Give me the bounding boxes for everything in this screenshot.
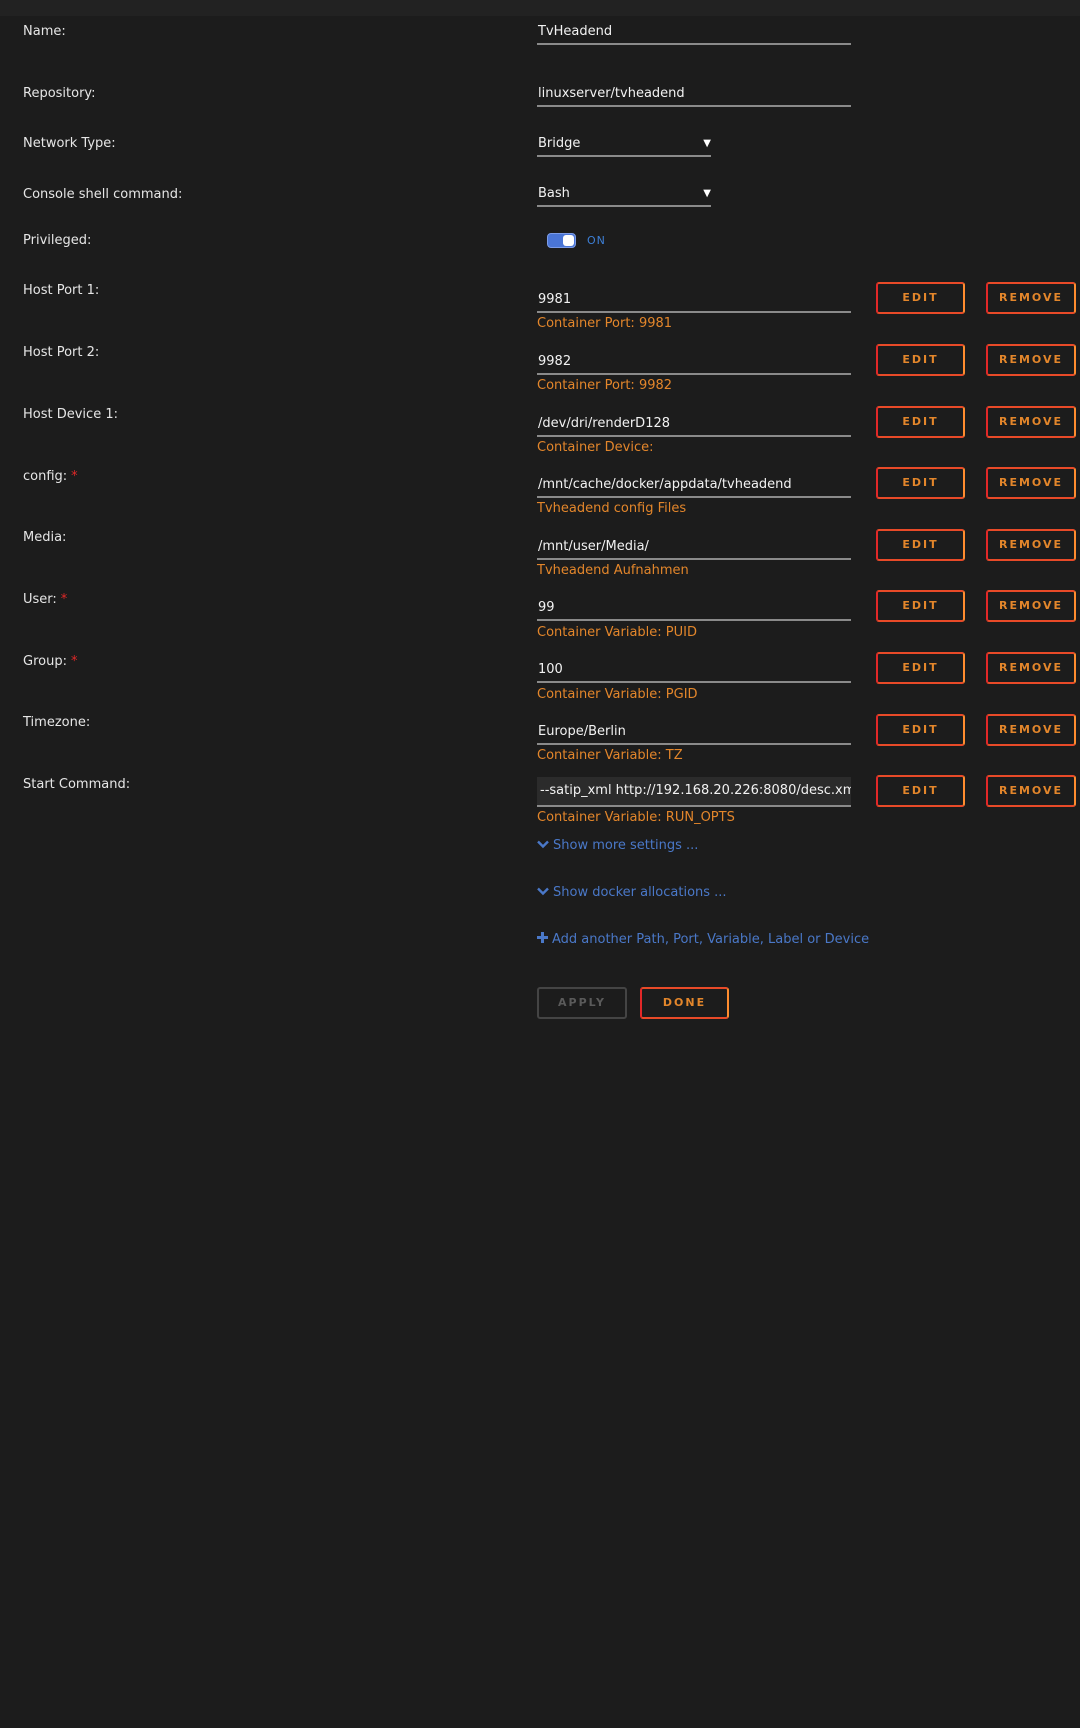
user-hint: Container Variable: PUID — [537, 625, 698, 640]
host-port-2-label: Host Port 2: — [23, 345, 100, 360]
remove-button[interactable]: REMOVE — [986, 714, 1076, 746]
name-label: Name: — [23, 24, 66, 39]
console-value: Bash — [538, 186, 570, 201]
remove-button[interactable]: REMOVE — [986, 652, 1076, 684]
host-port-1-hint: Container Port: 9981 — [537, 316, 673, 331]
privileged-toggle[interactable] — [547, 233, 576, 248]
edit-button[interactable]: EDIT — [876, 406, 965, 438]
remove-button[interactable]: REMOVE — [986, 775, 1076, 807]
show-more-settings-text: Show more settings ... — [553, 838, 699, 853]
host-port-1-label: Host Port 1: — [23, 283, 100, 298]
top-bar — [0, 0, 1080, 16]
remove-button[interactable]: REMOVE — [986, 467, 1076, 499]
host-port-1-input[interactable]: 9981 — [537, 291, 851, 313]
edit-button[interactable]: EDIT — [876, 590, 965, 622]
remove-button[interactable]: REMOVE — [986, 590, 1076, 622]
group-label-text: Group: — [23, 654, 67, 669]
network-type-select[interactable]: Bridge ▼ — [537, 135, 711, 157]
repository-label: Repository: — [23, 86, 96, 101]
remove-button[interactable]: REMOVE — [986, 406, 1076, 438]
done-button[interactable]: DONE — [640, 987, 729, 1019]
group-input[interactable]: 100 — [537, 661, 851, 683]
repository-input[interactable]: linuxserver/tvheadend — [537, 85, 851, 107]
add-another-text: Add another Path, Port, Variable, Label … — [552, 932, 870, 947]
remove-button[interactable]: REMOVE — [986, 344, 1076, 376]
network-type-value: Bridge — [538, 136, 581, 151]
show-docker-allocations-text: Show docker allocations ... — [553, 885, 727, 900]
group-hint: Container Variable: PGID — [537, 687, 698, 702]
timezone-hint: Container Variable: TZ — [537, 748, 683, 763]
console-label: Console shell command: — [23, 187, 183, 202]
plus-icon — [537, 932, 548, 947]
host-device-1-input[interactable]: /dev/dri/renderD128 — [537, 415, 851, 437]
config-label: config: * — [23, 469, 78, 484]
media-input[interactable]: /mnt/user/Media/ — [537, 538, 851, 560]
required-marker: * — [70, 654, 78, 669]
host-port-2-input[interactable]: 9982 — [537, 353, 851, 375]
chevron-down-icon — [537, 838, 549, 853]
remove-button[interactable]: REMOVE — [986, 529, 1076, 561]
show-more-settings-link[interactable]: Show more settings ... — [537, 838, 698, 853]
media-label: Media: — [23, 530, 67, 545]
privileged-state: ON — [587, 234, 606, 247]
apply-button[interactable]: APPLY — [537, 987, 627, 1019]
media-hint: Tvheadend Aufnahmen — [537, 563, 689, 578]
required-marker: * — [60, 592, 68, 607]
chevron-down-icon: ▼ — [703, 188, 711, 199]
required-marker: * — [71, 469, 78, 484]
edit-button[interactable]: EDIT — [876, 467, 965, 499]
config-input[interactable]: /mnt/cache/docker/appdata/tvheadend — [537, 476, 851, 498]
user-input[interactable]: 99 — [537, 599, 851, 621]
group-label: Group: * — [23, 654, 77, 669]
privileged-label: Privileged: — [23, 233, 92, 248]
config-label-text: config: — [23, 469, 68, 484]
edit-button[interactable]: EDIT — [876, 529, 965, 561]
host-port-2-hint: Container Port: 9982 — [537, 378, 673, 393]
chevron-down-icon: ▼ — [703, 138, 711, 149]
console-select[interactable]: Bash ▼ — [537, 185, 711, 207]
network-type-label: Network Type: — [23, 136, 116, 151]
timezone-label: Timezone: — [23, 715, 91, 730]
config-hint: Tvheadend config Files — [537, 501, 687, 516]
start-command-input[interactable]: --satip_xml http://192.168.20.226:8080/d… — [537, 777, 851, 807]
host-device-1-hint: Container Device: — [537, 440, 654, 455]
start-command-label: Start Command: — [23, 777, 131, 792]
name-input[interactable]: TvHeadend — [537, 23, 851, 45]
remove-button[interactable]: REMOVE — [986, 282, 1076, 314]
edit-button[interactable]: EDIT — [876, 282, 965, 314]
edit-button[interactable]: EDIT — [876, 344, 965, 376]
edit-button[interactable]: EDIT — [876, 714, 965, 746]
toggle-knob — [563, 235, 574, 246]
edit-button[interactable]: EDIT — [876, 652, 965, 684]
timezone-input[interactable]: Europe/Berlin — [537, 723, 851, 745]
user-label-text: User: — [23, 592, 57, 607]
host-device-1-label: Host Device 1: — [23, 407, 118, 422]
user-label: User: * — [23, 592, 67, 607]
add-another-link[interactable]: Add another Path, Port, Variable, Label … — [537, 932, 869, 947]
start-command-hint: Container Variable: RUN_OPTS — [537, 810, 735, 825]
edit-button[interactable]: EDIT — [876, 775, 965, 807]
chevron-down-icon — [537, 885, 549, 900]
show-docker-allocations-link[interactable]: Show docker allocations ... — [537, 885, 727, 900]
